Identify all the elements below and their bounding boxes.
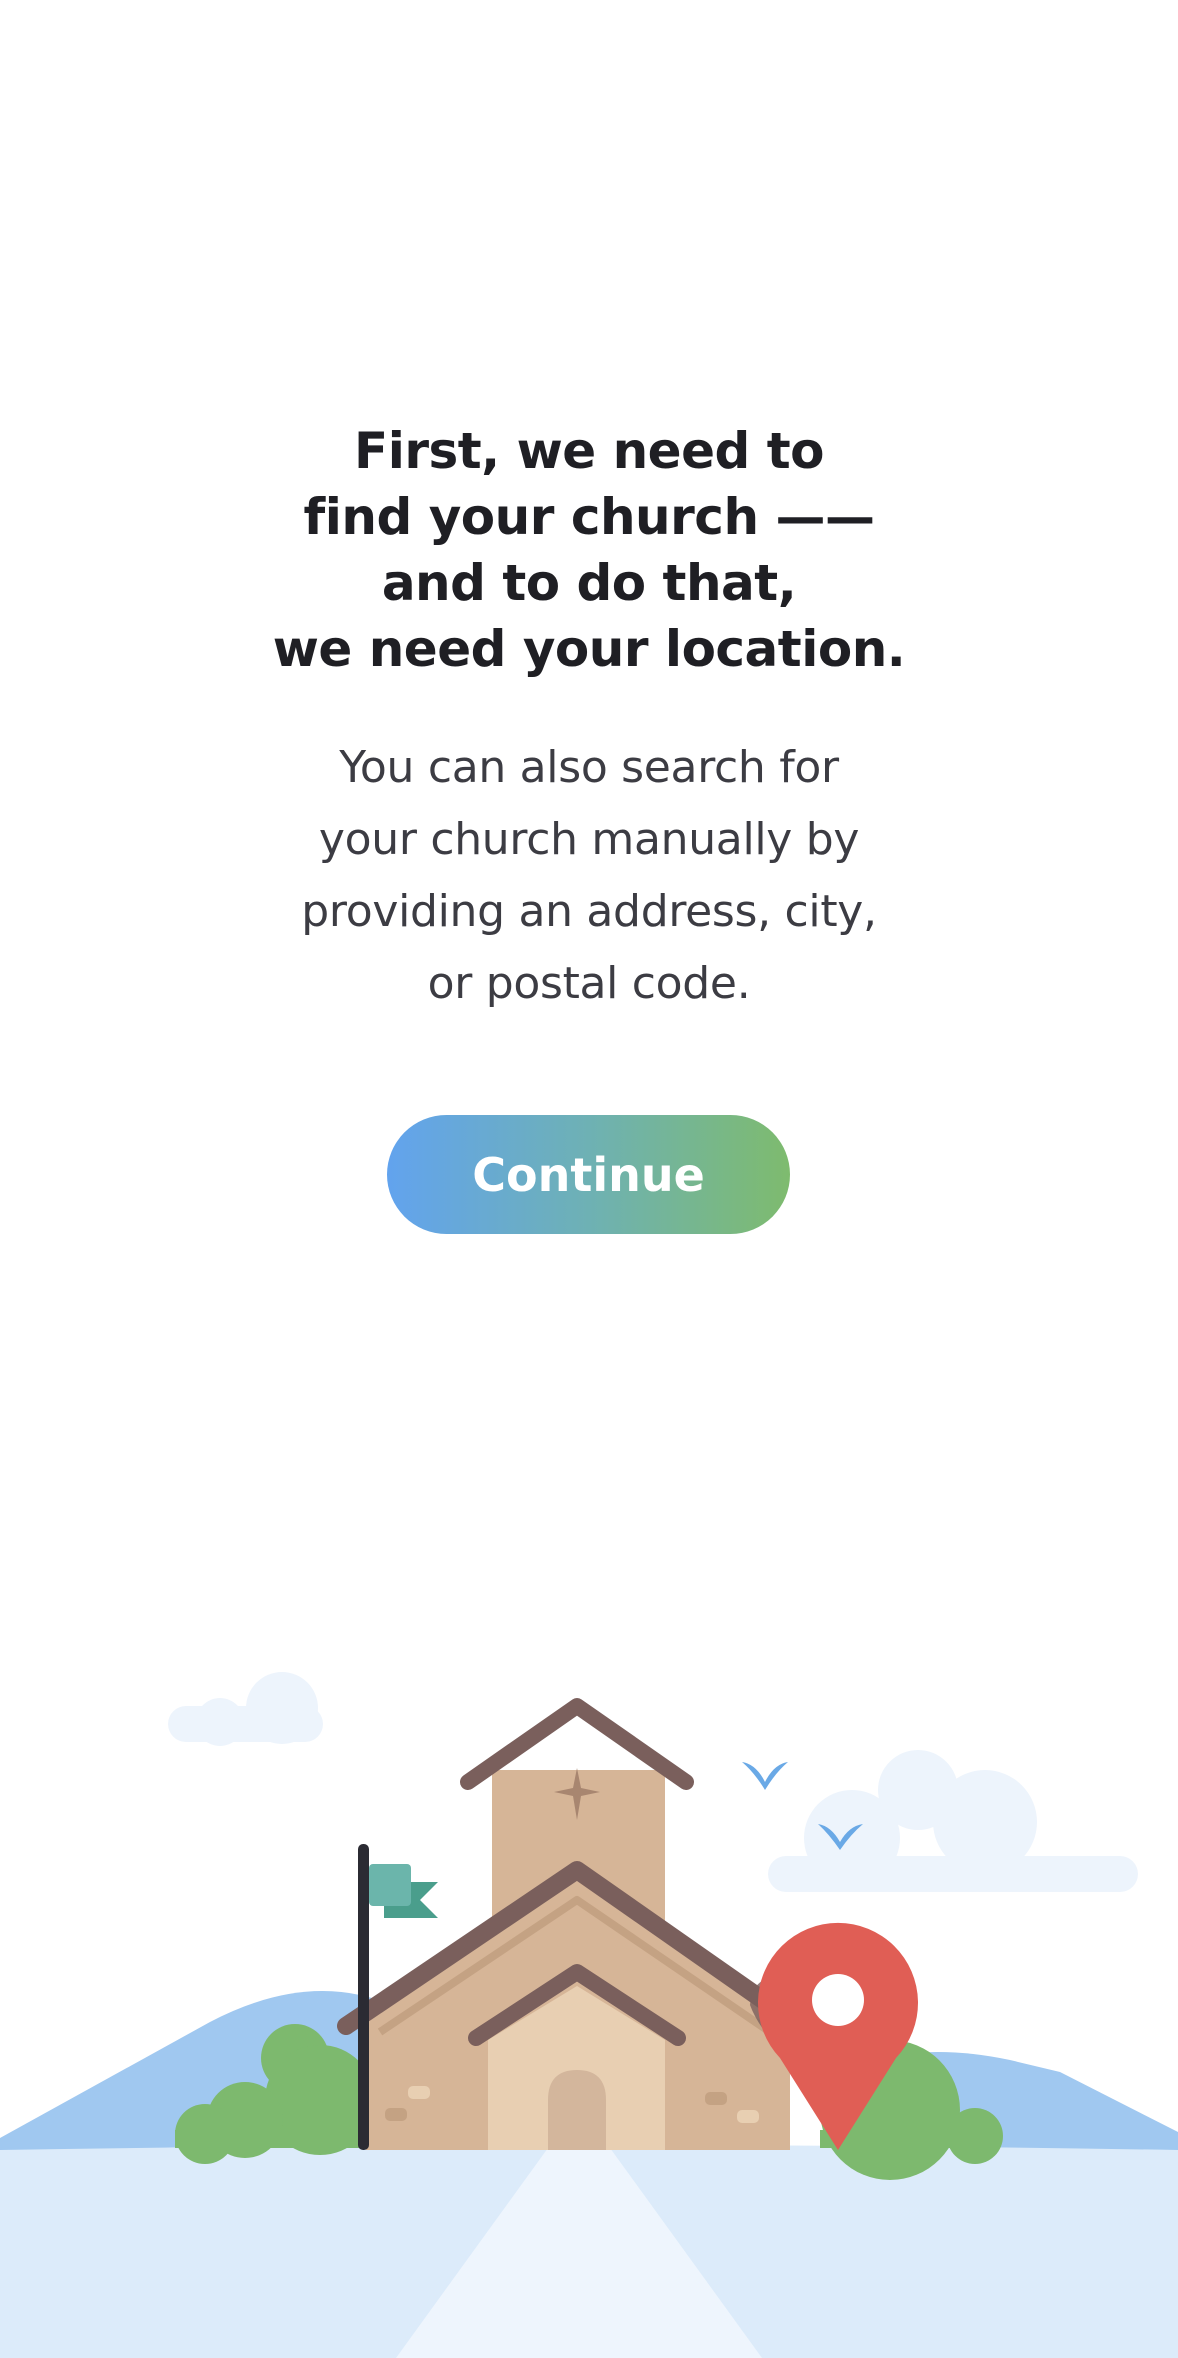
headline-line-3: and to do that, xyxy=(381,554,797,612)
headline-line-1: First, we need to xyxy=(354,422,824,480)
description: You can also search for your church manu… xyxy=(0,732,1178,1020)
description-line-2: your church manually by xyxy=(318,814,860,865)
church-icon xyxy=(337,1698,809,2150)
description-line-4: or postal code. xyxy=(427,958,751,1009)
headline-line-4: we need your location. xyxy=(272,620,906,678)
headline: First, we need to find your church —— an… xyxy=(0,418,1178,682)
headline-line-2: find your church —— xyxy=(303,488,875,546)
continue-button[interactable]: Continue xyxy=(387,1115,790,1234)
church-location-illustration xyxy=(0,1672,1178,2358)
description-line-1: You can also search for xyxy=(339,742,839,793)
bird-icon xyxy=(742,1762,788,1790)
cloud-icon xyxy=(768,1750,1138,1892)
cloud-icon xyxy=(168,1672,323,1746)
description-line-3: providing an address, city, xyxy=(301,886,877,937)
